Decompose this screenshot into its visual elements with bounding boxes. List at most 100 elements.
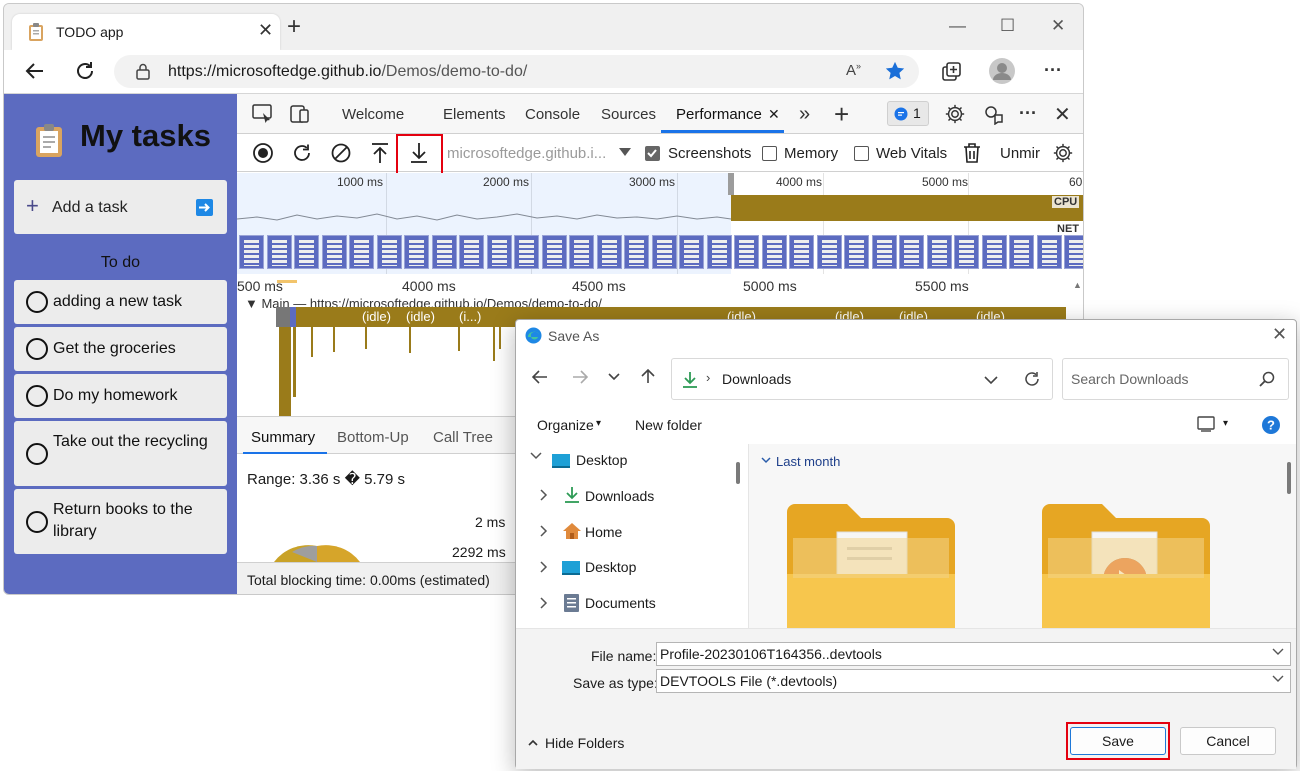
- tab-welcome[interactable]: Welcome: [342, 106, 404, 123]
- save-profile-icon[interactable]: [409, 142, 429, 164]
- screenshot-thumbnail[interactable]: [981, 235, 1007, 269]
- close-dialog-icon[interactable]: ✕: [1272, 324, 1287, 345]
- call-stack-bar[interactable]: [311, 327, 313, 357]
- screenshot-thumbnail[interactable]: [404, 235, 429, 269]
- screenshot-thumbnail[interactable]: [1036, 235, 1062, 269]
- tree-item-home[interactable]: Home: [585, 524, 622, 540]
- screenshot-thumbnail[interactable]: [734, 235, 759, 269]
- back-icon[interactable]: [532, 370, 548, 384]
- close-tab-icon[interactable]: ✕: [258, 20, 273, 41]
- chevron-down-icon[interactable]: [1272, 648, 1284, 656]
- issues-badge[interactable]: 1: [887, 101, 929, 126]
- tab-performance[interactable]: Performance: [676, 106, 762, 123]
- breadcrumb[interactable]: › Downloads: [671, 358, 1053, 400]
- task-item[interactable]: Take out the recycling: [14, 421, 227, 486]
- screenshot-thumbnail[interactable]: [294, 235, 319, 269]
- screenshot-thumbnail[interactable]: [376, 235, 402, 269]
- tree-item-documents[interactable]: Documents: [585, 595, 656, 611]
- screenshot-thumbnail[interactable]: [431, 235, 457, 269]
- profile-avatar[interactable]: [989, 58, 1015, 84]
- add-tab-icon[interactable]: +: [834, 99, 849, 130]
- web-vitals-checkbox[interactable]: [854, 146, 869, 161]
- search-downloads-field[interactable]: Search Downloads: [1062, 358, 1289, 400]
- chevron-down-icon[interactable]: ▾: [596, 418, 601, 429]
- view-options-icon[interactable]: [1197, 416, 1215, 432]
- call-stack-bar[interactable]: [493, 327, 495, 361]
- screenshot-thumbnail[interactable]: [816, 235, 842, 269]
- idle-block[interactable]: (idle): [362, 309, 391, 324]
- search-icon[interactable]: [1259, 371, 1275, 387]
- call-stack-bar[interactable]: [279, 327, 291, 427]
- dropdown-arrow-icon[interactable]: [619, 148, 631, 156]
- target-select[interactable]: microsoftedge.github.i...: [447, 145, 606, 162]
- chevron-up-icon[interactable]: [528, 739, 538, 746]
- screenshot-thumbnail[interactable]: [1064, 235, 1083, 269]
- unminify-label[interactable]: Unmir: [1000, 145, 1040, 162]
- help-icon[interactable]: ?: [1261, 415, 1281, 435]
- screenshot-thumbnail[interactable]: [706, 235, 732, 269]
- record-icon[interactable]: [253, 143, 273, 163]
- screenshot-strip[interactable]: [237, 233, 1083, 271]
- url-field[interactable]: https://microsoftedge.github.io/Demos/de…: [114, 55, 919, 88]
- chevron-down-icon[interactable]: [761, 457, 771, 464]
- screenshot-thumbnail[interactable]: [624, 235, 649, 269]
- refresh-icon[interactable]: [74, 60, 96, 82]
- gear-icon[interactable]: [944, 103, 966, 125]
- call-stack-bar[interactable]: [409, 327, 411, 353]
- screenshot-thumbnail[interactable]: [844, 235, 869, 269]
- save-type-select[interactable]: DEVTOOLS File (*.devtools): [656, 669, 1291, 693]
- tree-item-desktop-2[interactable]: Desktop: [585, 559, 636, 575]
- close-devtools-icon[interactable]: ✕: [1054, 102, 1071, 127]
- chevron-down-icon[interactable]: ▾: [1223, 418, 1228, 429]
- browser-tab[interactable]: TODO app ✕: [12, 14, 280, 50]
- collections-icon[interactable]: [941, 61, 963, 83]
- tab-console[interactable]: Console: [525, 106, 580, 123]
- more-tabs-icon[interactable]: »: [799, 103, 810, 126]
- maximize-icon[interactable]: ☐: [1000, 16, 1015, 36]
- close-window-icon[interactable]: ✕: [1051, 16, 1065, 36]
- device-emulation-icon[interactable]: [289, 103, 311, 125]
- folder-icon[interactable]: [1042, 502, 1210, 628]
- selection-handle[interactable]: [728, 173, 734, 195]
- hide-folders-button[interactable]: Hide Folders: [545, 735, 624, 751]
- refresh-icon[interactable]: [1024, 371, 1040, 387]
- more-options-icon[interactable]: ···: [1044, 60, 1062, 81]
- submit-arrow-icon[interactable]: [196, 199, 213, 216]
- task-checkbox[interactable]: [26, 291, 48, 313]
- forward-icon[interactable]: [572, 370, 588, 384]
- more-options-icon[interactable]: ···: [1019, 103, 1037, 124]
- screenshot-thumbnail[interactable]: [266, 235, 292, 269]
- file-list-scrollbar[interactable]: [1287, 462, 1291, 494]
- screenshot-thumbnail[interactable]: [239, 235, 264, 269]
- lock-icon[interactable]: [136, 63, 150, 80]
- screenshot-thumbnail[interactable]: [541, 235, 567, 269]
- task-checkbox[interactable]: [26, 443, 48, 465]
- screenshot-thumbnail[interactable]: [926, 235, 952, 269]
- screenshots-checkbox[interactable]: [645, 146, 660, 161]
- new-tab-button[interactable]: +: [287, 15, 301, 39]
- up-folder-icon[interactable]: [641, 368, 655, 384]
- call-stack-bar[interactable]: [458, 327, 460, 351]
- reload-profile-icon[interactable]: [292, 143, 312, 163]
- chevron-right-icon[interactable]: [540, 597, 548, 609]
- idle-block[interactable]: (idle): [406, 309, 435, 324]
- breadcrumb-item[interactable]: Downloads: [722, 371, 791, 387]
- call-stack-bar[interactable]: [499, 327, 501, 349]
- screenshot-thumbnail[interactable]: [349, 235, 374, 269]
- chevron-down-icon[interactable]: [1272, 675, 1284, 683]
- load-profile-icon[interactable]: [370, 142, 390, 164]
- task-item[interactable]: Get the groceries: [14, 327, 227, 371]
- add-task-field[interactable]: + Add a task: [14, 180, 227, 234]
- folder-icon[interactable]: [787, 502, 955, 628]
- task-checkbox[interactable]: [26, 338, 48, 360]
- trash-icon[interactable]: [962, 142, 982, 164]
- call-stack-bar[interactable]: [333, 327, 335, 352]
- idle-block[interactable]: (i...): [459, 309, 481, 324]
- screenshot-thumbnail[interactable]: [789, 235, 814, 269]
- screenshot-thumbnail[interactable]: [1009, 235, 1034, 269]
- clear-icon[interactable]: [331, 143, 351, 163]
- chevron-right-icon[interactable]: [540, 489, 548, 501]
- feedback-icon[interactable]: [983, 103, 1005, 125]
- screenshot-thumbnail[interactable]: [569, 235, 594, 269]
- task-item[interactable]: Return books to the library: [14, 489, 227, 554]
